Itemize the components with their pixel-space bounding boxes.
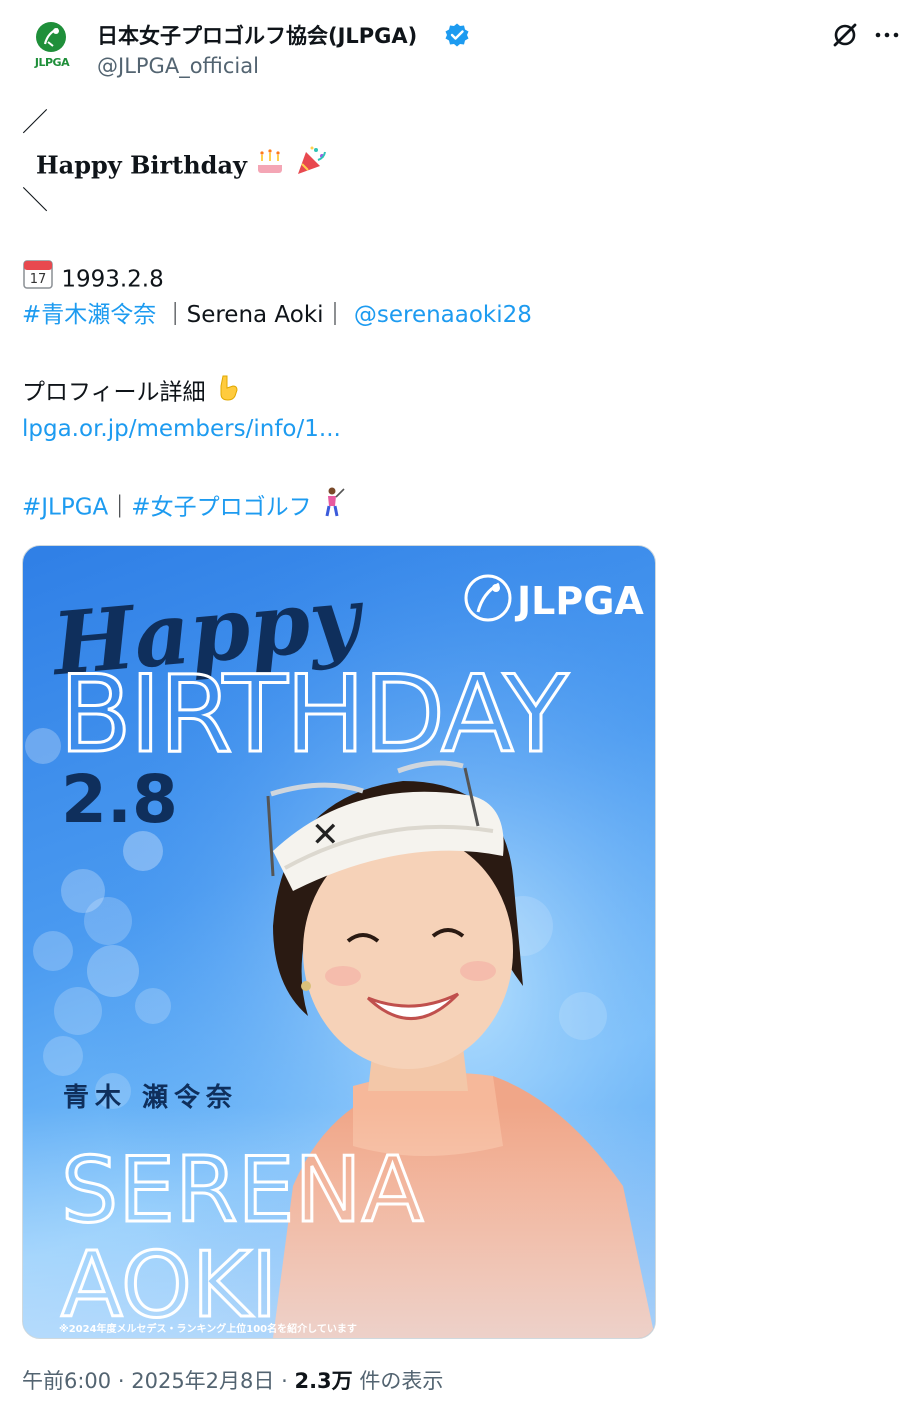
tweet-date[interactable]: 2025年2月8日 [131, 1369, 274, 1393]
pointing-down-icon [213, 372, 243, 414]
media-date-text: 2.8 [61, 761, 178, 838]
mention-link[interactable]: @serenaaoki28 [354, 302, 532, 328]
display-name[interactable]: 日本女子プロゴルフ協会(JLPGA) [97, 20, 417, 50]
golfer-icon [319, 486, 347, 530]
profile-label: プロフィール詳細 [22, 379, 206, 406]
footer-dot: · [117, 1369, 125, 1393]
media-name-line2: AOKI [61, 1233, 277, 1338]
views-count[interactable]: 2.3万 [294, 1369, 352, 1393]
slash-open: ／ [22, 108, 49, 138]
tweet-media-image[interactable]: JLPGA Happy BIRTHDAY 2.8 ✕ 青木 瀬令奈 SERENA… [22, 545, 656, 1339]
media-name-line1: SERENA [61, 1138, 423, 1243]
tweet-footer: 午前6:00 · 2025年2月8日 · 2.3万 件の表示 [22, 1365, 443, 1395]
footer-dot: · [281, 1369, 288, 1393]
views-label: 件の表示 [359, 1369, 444, 1393]
hashtag-golf[interactable]: #女子プロゴルフ [131, 495, 311, 521]
avatar-text: JLPGA [34, 56, 70, 69]
hashtag-line: #JLPGA｜#女子プロゴルフ [22, 486, 347, 530]
avatar[interactable]: JLPGA [22, 14, 82, 74]
tweet-time[interactable]: 午前6:00 [22, 1369, 111, 1393]
svg-text:✕: ✕ [311, 815, 340, 855]
birthday-cake-icon [254, 145, 286, 189]
media-birthday-text: BIRTHDAY [59, 653, 568, 776]
more-options-icon[interactable] [872, 20, 902, 50]
media-logo-text: JLPGA [514, 579, 644, 623]
birthday-line: Happy Birthday [36, 144, 328, 190]
slash-close: ＼ [22, 186, 49, 216]
handle[interactable]: @JLPGA_official [97, 54, 259, 78]
birthday-title: Happy Birthday [36, 150, 247, 180]
party-popper-icon [294, 144, 328, 190]
hashtag-jlpga[interactable]: #JLPGA [22, 495, 108, 521]
media-footnote: ※2024年度メルセデス・ランキング上位100名を紹介しています [59, 1322, 357, 1335]
profile-line: プロフィール詳細 [22, 372, 243, 414]
separator: ｜ [108, 494, 132, 521]
hashtag-name[interactable]: #青木瀬令奈 [22, 302, 156, 328]
profile-link[interactable]: lpga.or.jp/members/info/1... [22, 410, 341, 448]
verified-badge-icon[interactable] [444, 22, 470, 48]
tweet-header: JLPGA 日本女子プロゴルフ協会(JLPGA) @JLPGA_official [0, 0, 911, 90]
media-name-jp: 青木 瀬令奈 [63, 1082, 238, 1113]
separator: ｜ [323, 302, 347, 328]
name-en: Serena Aoki [186, 302, 324, 328]
separator: ｜ [163, 302, 187, 328]
name-line: #青木瀬令奈 ｜Serena Aoki｜ @serenaaoki28 [22, 296, 532, 334]
svg-text:17: 17 [30, 272, 47, 287]
birthdate: 1993.2.8 [61, 266, 164, 293]
jlpga-logo-icon [36, 22, 66, 52]
grok-icon[interactable] [830, 20, 860, 50]
